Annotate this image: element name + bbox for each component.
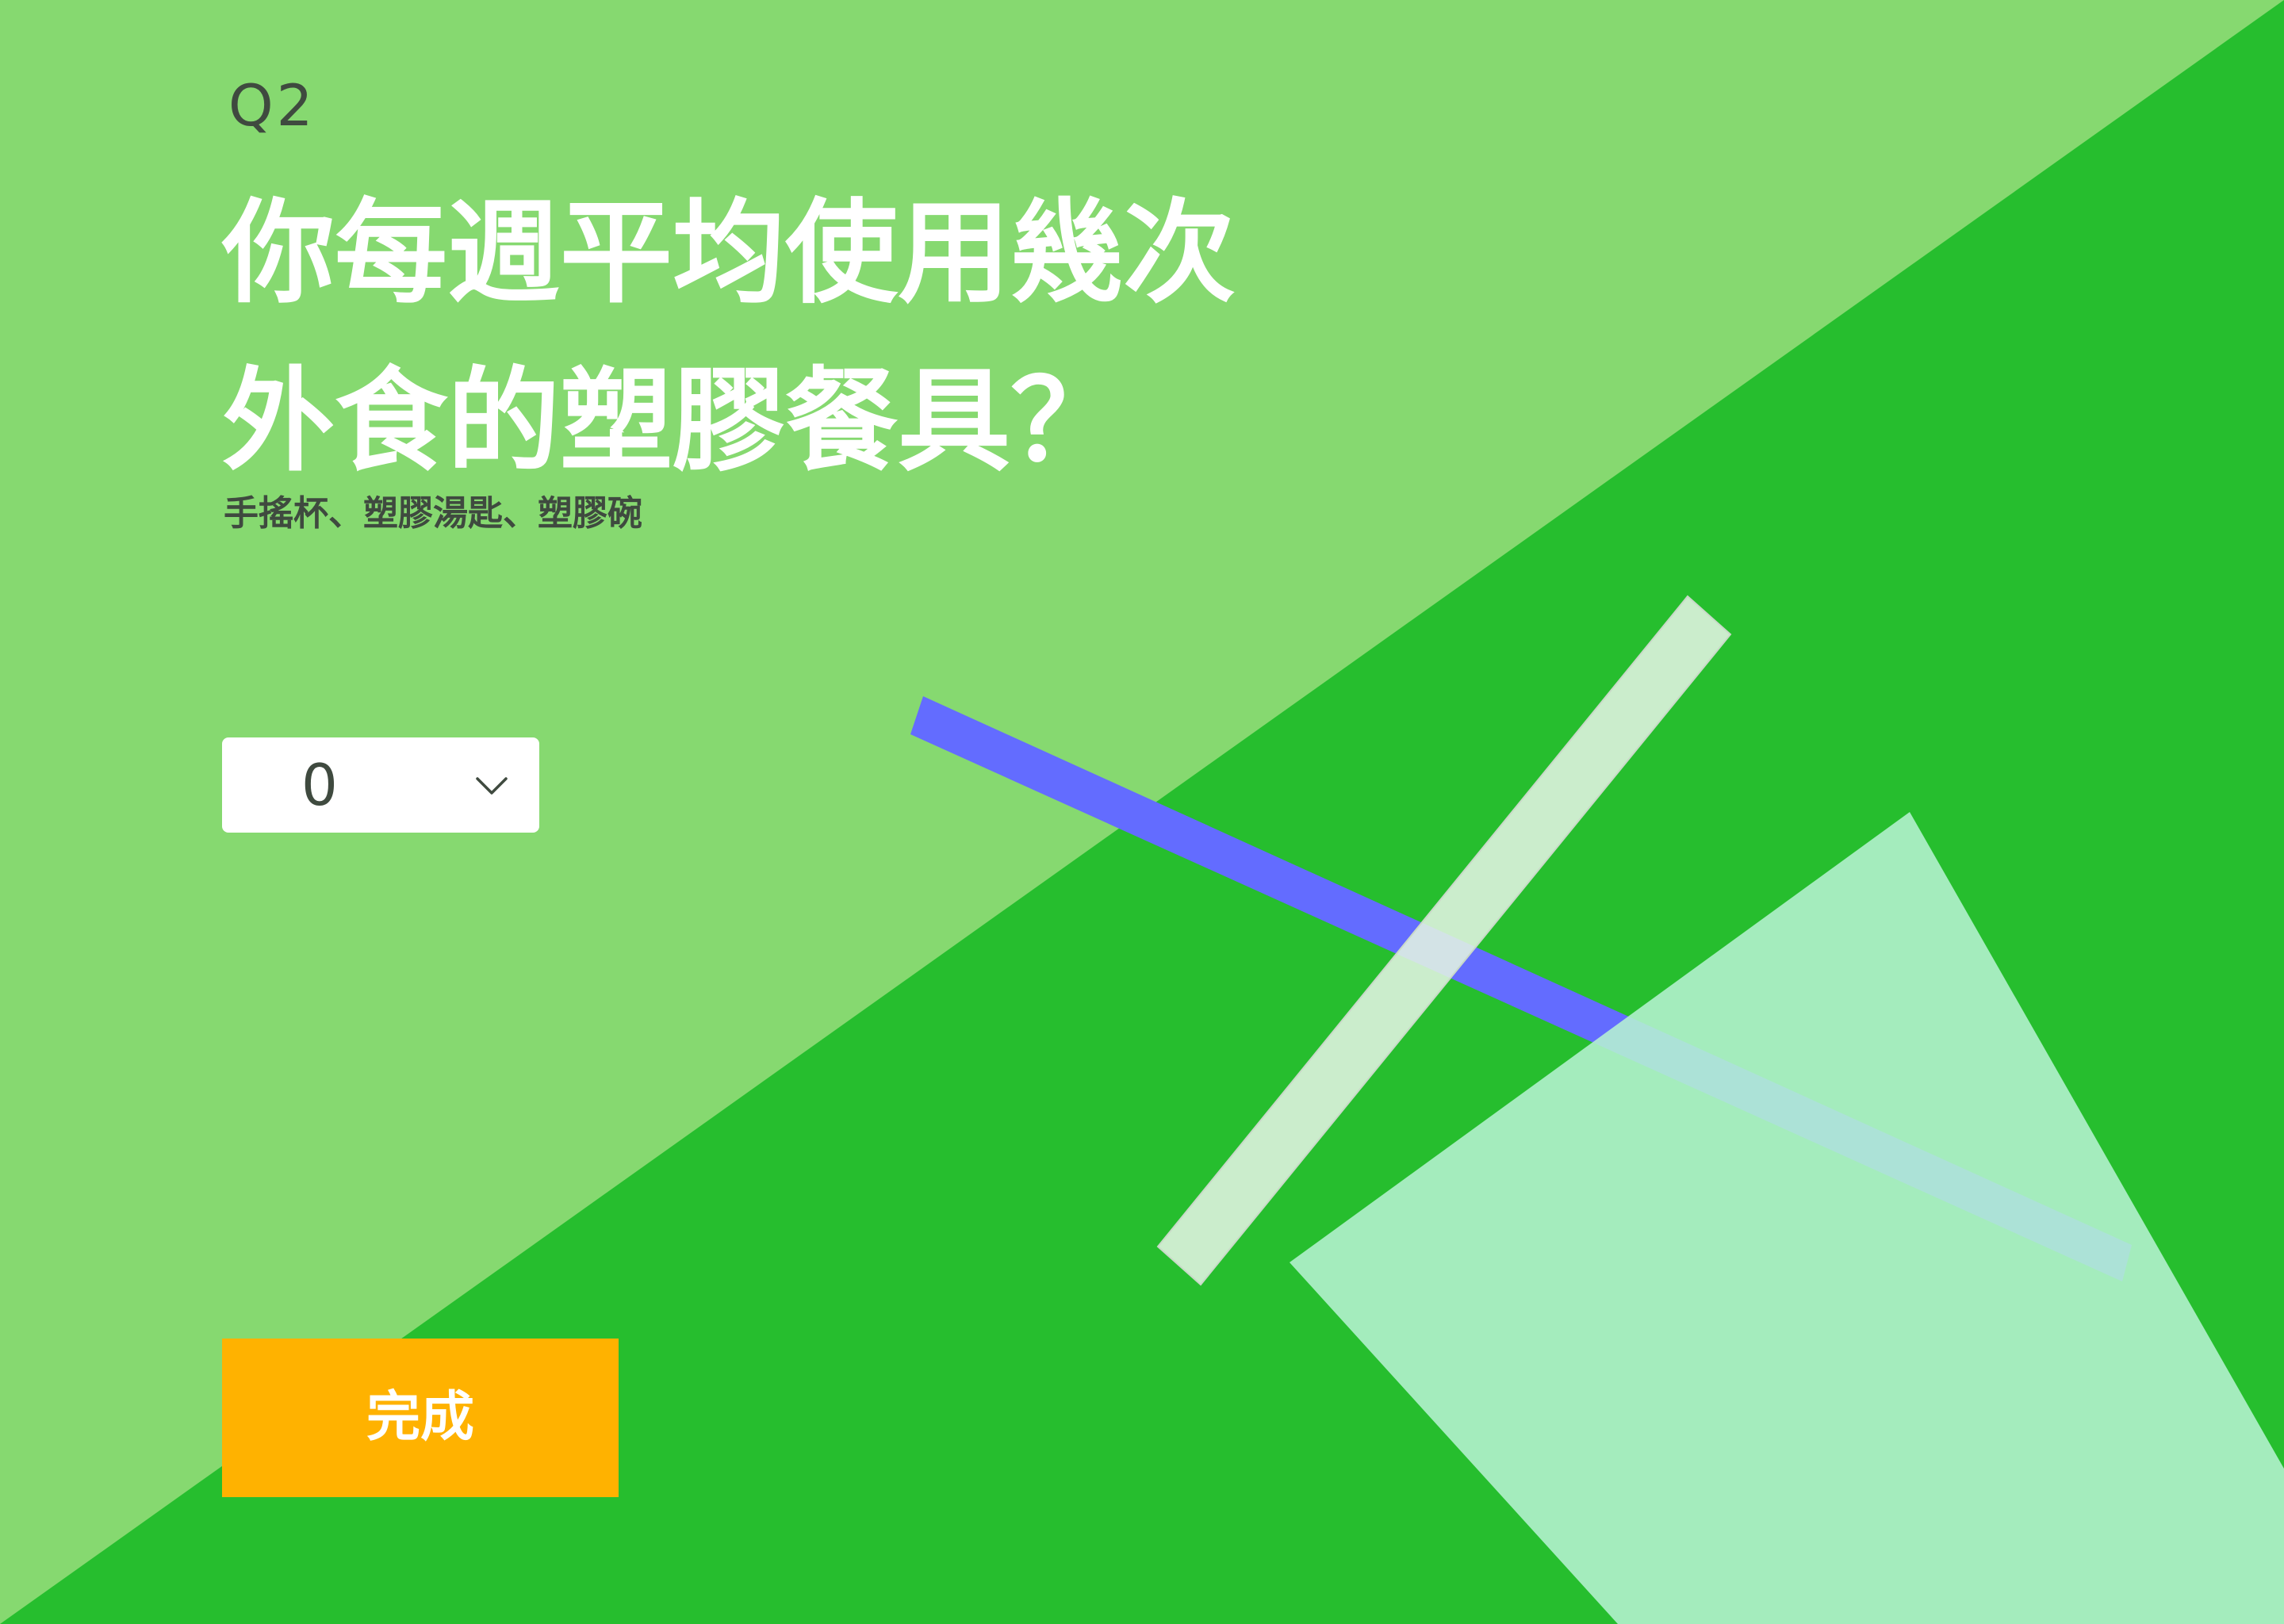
question-title-line-1: 你每週平均使用幾次 (222, 188, 1236, 319)
question-screen: Q2 你每週平均使用幾次 外食的塑膠餐具？ 手搖杯、塑膠湯匙、塑膠碗 0 完成 (0, 0, 2284, 1624)
select-value: 0 (301, 752, 338, 818)
question-hint: 手搖杯、塑膠湯匙、塑膠碗 (224, 493, 642, 534)
question-number: Q2 (228, 72, 316, 139)
question-title: 你每週平均使用幾次 外食的塑膠餐具？ (222, 170, 1412, 506)
question-title-line-2: 外食的塑膠餐具？ (222, 356, 1123, 487)
done-button[interactable]: 完成 (222, 1339, 619, 1497)
frequency-select[interactable]: 0 (222, 737, 539, 833)
chevron-down-icon (476, 777, 508, 795)
